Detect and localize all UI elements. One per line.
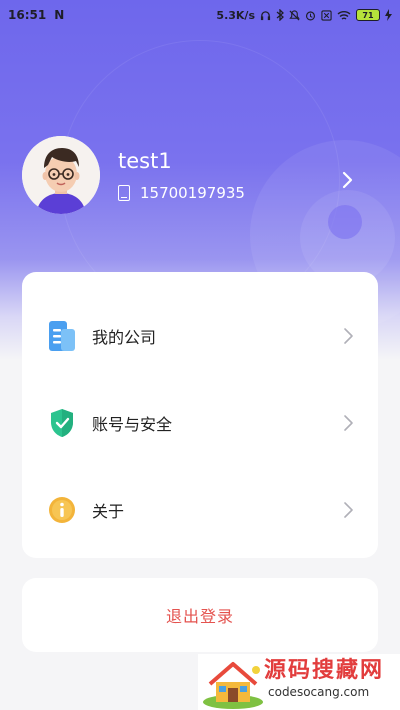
menu-item-label: 账号与安全 — [92, 415, 173, 434]
headphones-icon — [260, 10, 271, 20]
sim-icon — [321, 9, 332, 21]
phone-icon — [118, 185, 130, 201]
phone-number: 15700197935 — [140, 184, 245, 202]
menu-card: 我的公司 账号与安全 关于 — [22, 272, 378, 558]
avatar[interactable] — [22, 136, 100, 214]
shield-check-icon — [48, 408, 76, 438]
watermark: 源码搜藏网 codesocang.com — [198, 654, 400, 710]
watermark-url: codesocang.com — [268, 685, 370, 699]
menu-item-label: 我的公司 — [92, 328, 157, 347]
avatar-illustration — [22, 136, 100, 214]
house-logo-icon — [203, 662, 263, 709]
menu-item-label: 关于 — [92, 502, 125, 521]
n-icon: N — [54, 8, 65, 22]
alarm-icon — [305, 10, 316, 20]
chevron-right-icon — [344, 502, 353, 518]
decor-circle-small — [328, 205, 362, 239]
info-icon — [48, 495, 76, 525]
profile-chevron-right-icon[interactable] — [338, 168, 358, 192]
menu-item-account-security[interactable]: 账号与安全 — [22, 393, 378, 453]
wifi-icon — [337, 10, 351, 20]
logout-label: 退出登录 — [165, 607, 234, 626]
logout-button[interactable]: 退出登录 — [22, 578, 378, 652]
profile-header[interactable]: test1 15700197935 — [22, 136, 245, 214]
status-time: 16:51 — [8, 8, 47, 22]
document-icon — [48, 321, 76, 351]
chevron-right-icon — [344, 328, 353, 344]
battery-icon: 71 — [356, 9, 380, 21]
menu-item-about[interactable]: 关于 — [22, 480, 378, 540]
network-speed: 5.3K/s — [216, 8, 255, 22]
status-bar: 16:51 N 5.3K/s 71 — [0, 0, 400, 30]
username: test1 — [118, 149, 172, 173]
battery-level: 71 — [362, 10, 374, 20]
charging-icon — [385, 9, 392, 21]
watermark-title: 源码搜藏网 — [264, 658, 385, 683]
bluetooth-icon — [276, 9, 284, 21]
menu-item-my-company[interactable]: 我的公司 — [22, 306, 378, 366]
mute-icon — [289, 9, 300, 21]
chevron-right-icon — [344, 415, 353, 431]
profile-screen: 16:51 N 5.3K/s 71 test1 15700197935 我的公司… — [0, 0, 400, 710]
